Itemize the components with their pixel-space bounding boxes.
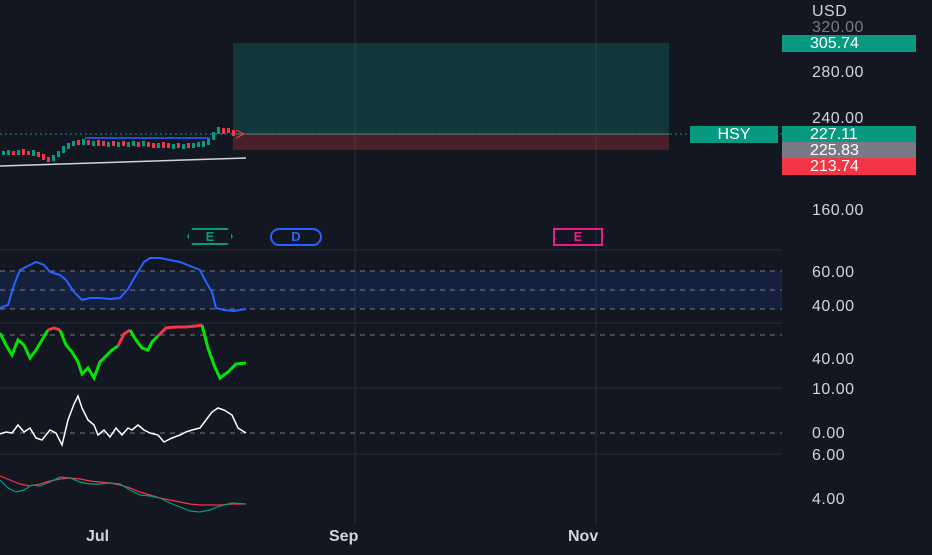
pane2-tick: 40.00 <box>812 351 855 368</box>
dividend-label: D <box>291 229 301 244</box>
time-label-jul: Jul <box>86 528 110 545</box>
pane3-tick: 0.00 <box>812 425 846 442</box>
earnings-label: E <box>205 229 215 244</box>
target-price-badge: 305.74 <box>782 35 916 52</box>
price-axis[interactable]: USD 320.00 280.00 240.00 160.00 60.00 40… <box>782 0 932 550</box>
stop-price-badge: 213.74 <box>782 158 916 175</box>
price-tick: 240.00 <box>812 110 864 127</box>
symbol-label: HSY <box>690 126 778 143</box>
trend-line <box>0 157 247 167</box>
price-tick: 320.00 <box>812 19 864 36</box>
osc-line <box>0 394 247 448</box>
chart-canvas[interactable] <box>0 0 782 550</box>
chart-plot-area[interactable]: E D E HSY Jul Sep Nov <box>0 0 782 550</box>
current-price-badge: 227.11 <box>782 126 916 143</box>
position-loss-zone <box>233 134 669 150</box>
currency-label: USD <box>812 3 848 20</box>
candles <box>2 127 246 162</box>
pane3-tick: 10.00 <box>812 381 855 398</box>
position-profit-zone <box>233 43 669 134</box>
price-tick: 160.00 <box>812 202 864 219</box>
time-label-sep: Sep <box>329 528 359 545</box>
earnings-label: E <box>573 229 583 244</box>
entry-price-badge: 225.83 <box>782 142 916 159</box>
time-label-nov: Nov <box>568 528 599 545</box>
pane1-tick: 40.00 <box>812 298 855 315</box>
pane4-tick: 6.00 <box>812 447 846 464</box>
dividend-marker[interactable]: D <box>270 228 322 246</box>
price-tick: 280.00 <box>812 64 864 81</box>
pane1-tick: 60.00 <box>812 264 855 281</box>
pane4-tick: 4.00 <box>812 491 846 508</box>
earnings-marker-upcoming[interactable]: E <box>553 228 603 246</box>
earnings-marker[interactable]: E <box>187 228 233 245</box>
